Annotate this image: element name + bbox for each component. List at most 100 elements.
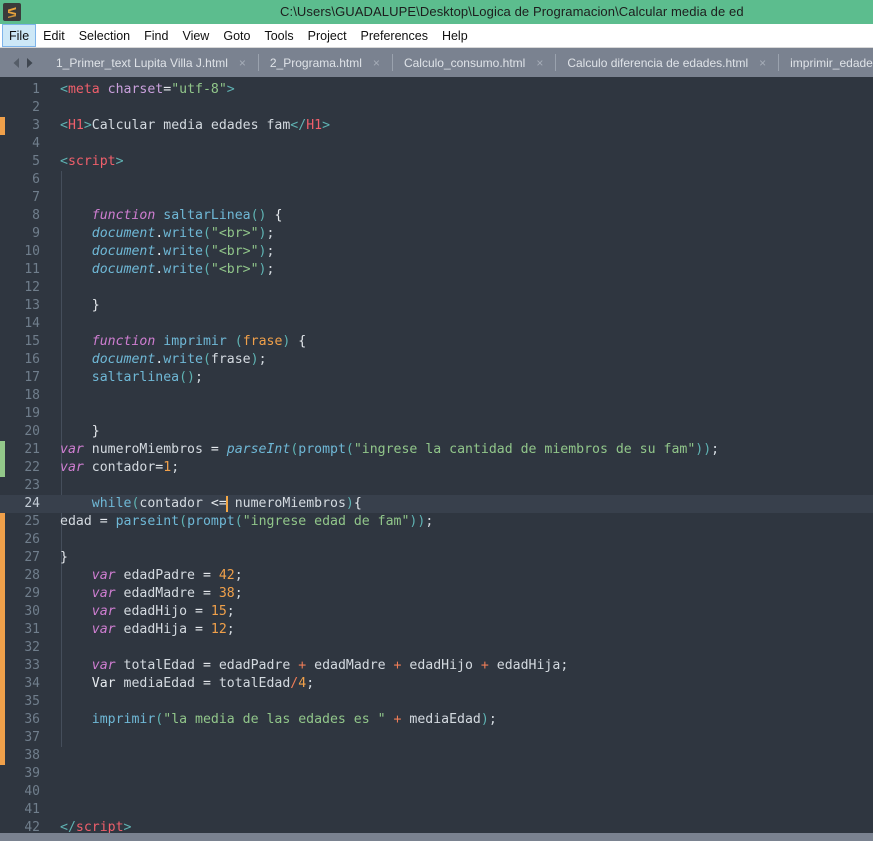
code-text[interactable]: saltarlinea(); xyxy=(44,369,873,387)
chevron-right-icon[interactable] xyxy=(25,57,35,69)
code-text[interactable]: var numeroMiembros = parseInt(prompt("in… xyxy=(44,441,873,459)
code-text[interactable]: var edadHijo = 15; xyxy=(44,603,873,621)
code-line[interactable]: 21 var numeroMiembros = parseInt(prompt("… xyxy=(0,441,873,459)
code-line[interactable]: 11 document.write("<br>"); xyxy=(0,261,873,279)
code-line[interactable]: 40 xyxy=(0,783,873,801)
code-line[interactable]: 34 Var mediaEdad = totalEdad/4; xyxy=(0,675,873,693)
code-line[interactable]: 3 <H1>Calcular media edades fam</H1> xyxy=(0,117,873,135)
code-text[interactable] xyxy=(44,729,873,747)
code-line[interactable]: 6 xyxy=(0,171,873,189)
code-line[interactable]: 10 document.write("<br>"); xyxy=(0,243,873,261)
code-line[interactable]: 32 xyxy=(0,639,873,657)
code-line[interactable]: 22 var contador=1; xyxy=(0,459,873,477)
code-line[interactable]: 4 xyxy=(0,135,873,153)
code-line[interactable]: 26 xyxy=(0,531,873,549)
code-text[interactable]: imprimir("la media de las edades es " + … xyxy=(44,711,873,729)
code-line[interactable]: 9 document.write("<br>"); xyxy=(0,225,873,243)
code-line[interactable]: 38 xyxy=(0,747,873,765)
code-line[interactable]: 5 <script> xyxy=(0,153,873,171)
code-line[interactable]: 1 <meta charset="utf-8"> xyxy=(0,81,873,99)
code-line[interactable]: 23 xyxy=(0,477,873,495)
code-text[interactable]: document.write(frase); xyxy=(44,351,873,369)
code-text[interactable] xyxy=(44,747,873,765)
chevron-left-icon[interactable] xyxy=(11,57,21,69)
tab-close-icon[interactable]: × xyxy=(759,57,766,69)
code-text[interactable]: } xyxy=(44,549,873,567)
code-text[interactable] xyxy=(44,801,873,819)
menu-item-goto[interactable]: Goto xyxy=(216,24,257,47)
code-line[interactable]: 36 imprimir("la media de las edades es "… xyxy=(0,711,873,729)
code-text[interactable]: var edadHija = 12; xyxy=(44,621,873,639)
code-line[interactable]: 28 var edadPadre = 42; xyxy=(0,567,873,585)
tab-close-icon[interactable]: × xyxy=(239,57,246,69)
code-text[interactable] xyxy=(44,171,873,189)
code-line[interactable]: 41 xyxy=(0,801,873,819)
code-line[interactable]: 29 var edadMadre = 38; xyxy=(0,585,873,603)
code-line[interactable]: 8 function saltarLinea() { xyxy=(0,207,873,225)
code-line[interactable]: 33 var totalEdad = edadPadre + edadMadre… xyxy=(0,657,873,675)
menu-item-edit[interactable]: Edit xyxy=(36,24,72,47)
code-line[interactable]: 20 } xyxy=(0,423,873,441)
code-text[interactable]: var totalEdad = edadPadre + edadMadre + … xyxy=(44,657,873,675)
code-lines[interactable]: 1 <meta charset="utf-8"> 2 3 <H1>Calcular me… xyxy=(0,77,873,841)
code-text[interactable]: } xyxy=(44,297,873,315)
code-line[interactable]: 35 xyxy=(0,693,873,711)
menu-item-help[interactable]: Help xyxy=(435,24,475,47)
tab-item[interactable]: 2_Programa.html × xyxy=(257,48,392,77)
code-text[interactable]: function imprimir (frase) { xyxy=(44,333,873,351)
code-text[interactable]: var edadMadre = 38; xyxy=(44,585,873,603)
code-line[interactable]: 7 xyxy=(0,189,873,207)
code-text[interactable] xyxy=(44,135,873,153)
menu-item-project[interactable]: Project xyxy=(301,24,354,47)
code-line[interactable]: 2 xyxy=(0,99,873,117)
code-text[interactable]: var edadPadre = 42; xyxy=(44,567,873,585)
code-text[interactable]: <script> xyxy=(44,153,873,171)
code-line[interactable]: 17 saltarlinea(); xyxy=(0,369,873,387)
code-line[interactable]: 27} xyxy=(0,549,873,567)
tab-item[interactable]: 1_Primer_text Lupita Villa J.html × xyxy=(44,48,258,77)
menu-item-view[interactable]: View xyxy=(175,24,216,47)
code-line[interactable]: 12 xyxy=(0,279,873,297)
code-text[interactable] xyxy=(44,387,873,405)
tab-item[interactable]: Calculo diferencia de edades.html × xyxy=(555,48,778,77)
tab-item[interactable]: Calculo_consumo.html × xyxy=(391,48,555,77)
code-text[interactable]: while(contador <= numeroMiembros){ xyxy=(44,495,873,513)
code-text[interactable] xyxy=(44,477,873,495)
menu-item-file[interactable]: File xyxy=(2,24,37,47)
code-line[interactable]: 15 function imprimir (frase) { xyxy=(0,333,873,351)
code-text[interactable] xyxy=(44,99,873,117)
menu-item-tools[interactable]: Tools xyxy=(257,24,300,47)
code-text[interactable]: document.write("<br>"); xyxy=(44,243,873,261)
code-line[interactable]: 37 xyxy=(0,729,873,747)
tab-nav-arrows[interactable] xyxy=(0,48,44,77)
code-text[interactable] xyxy=(44,693,873,711)
tab-close-icon[interactable]: × xyxy=(373,57,380,69)
tab-close-icon[interactable]: × xyxy=(536,57,543,69)
code-line[interactable]: 30 var edadHijo = 15; xyxy=(0,603,873,621)
code-text[interactable] xyxy=(44,405,873,423)
code-text[interactable]: var contador=1; xyxy=(44,459,873,477)
menu-item-selection[interactable]: Selection xyxy=(72,24,137,47)
code-text[interactable] xyxy=(44,531,873,549)
code-text[interactable]: function saltarLinea() { xyxy=(44,207,873,225)
code-text[interactable] xyxy=(44,315,873,333)
code-text[interactable]: document.write("<br>"); xyxy=(44,225,873,243)
code-line[interactable]: 19 xyxy=(0,405,873,423)
menu-item-preferences[interactable]: Preferences xyxy=(354,24,435,47)
code-text[interactable] xyxy=(44,783,873,801)
code-text[interactable]: document.write("<br>"); xyxy=(44,261,873,279)
code-text[interactable]: edad = parseint(prompt("ingrese edad de … xyxy=(44,513,873,531)
code-text[interactable]: <meta charset="utf-8"> xyxy=(44,81,873,99)
code-line[interactable]: 13 } xyxy=(0,297,873,315)
code-line[interactable]: 14 xyxy=(0,315,873,333)
code-line[interactable]: 18 xyxy=(0,387,873,405)
code-editor[interactable]: 1 <meta charset="utf-8"> 2 3 <H1>Calcular me… xyxy=(0,77,873,841)
menu-item-find[interactable]: Find xyxy=(137,24,175,47)
code-line[interactable]: 16 document.write(frase); xyxy=(0,351,873,369)
code-line[interactable]: 24 while(contador <= numeroMiembros){ xyxy=(0,495,873,513)
code-line[interactable]: 31 var edadHija = 12; xyxy=(0,621,873,639)
code-text[interactable] xyxy=(44,765,873,783)
code-text[interactable]: <H1>Calcular media edades fam</H1> xyxy=(44,117,873,135)
code-text[interactable] xyxy=(44,279,873,297)
code-text[interactable] xyxy=(44,189,873,207)
